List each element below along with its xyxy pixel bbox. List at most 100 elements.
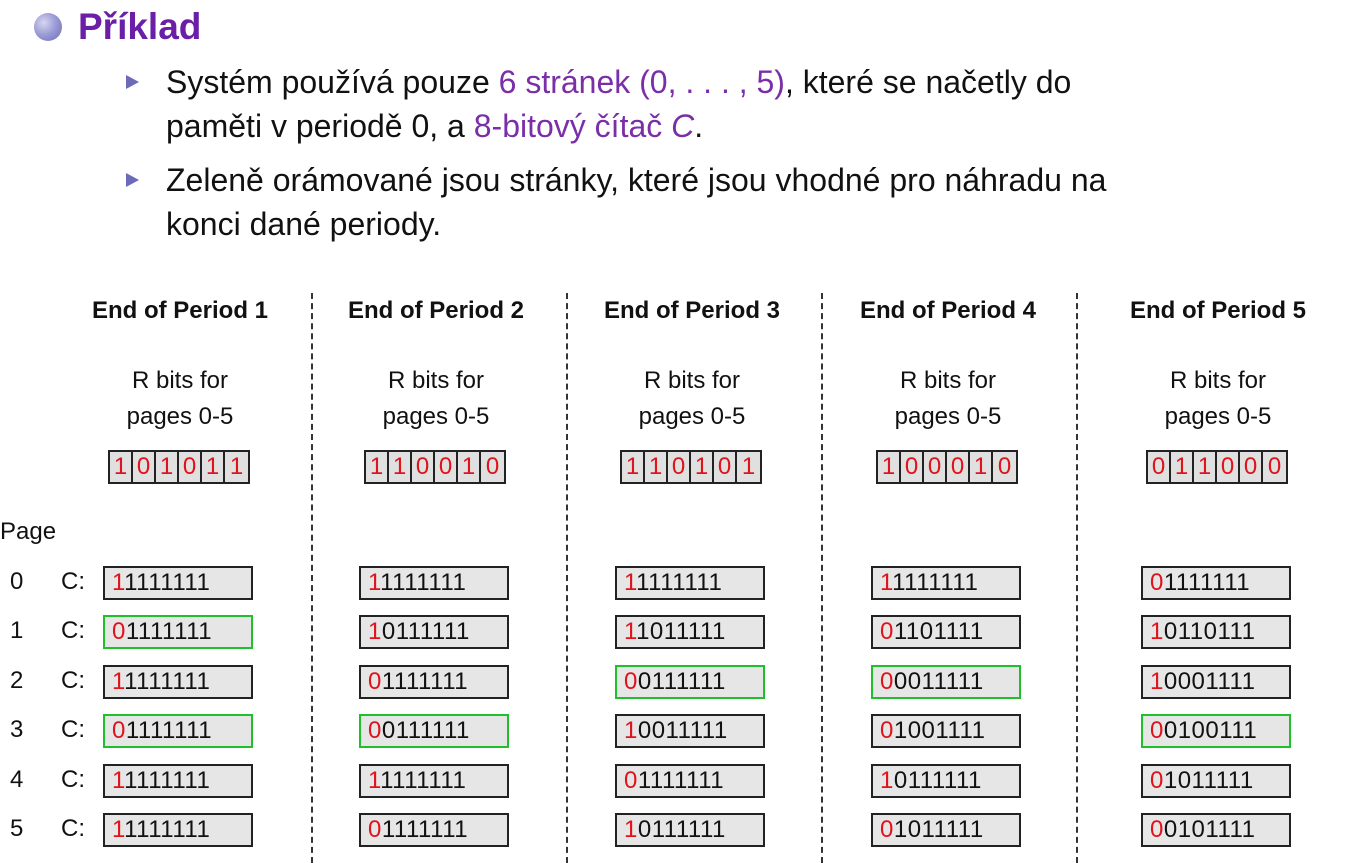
counter-remaining-bits: 1101111 [893, 618, 984, 645]
counter-msb: 1 [368, 618, 382, 645]
period-title: End of Period 4 [859, 297, 1036, 324]
counter-register: 00111111 [359, 714, 509, 748]
counter-remaining-bits: 1111111 [380, 569, 467, 596]
rbits-caption-line-2: pages 0-5 [1164, 403, 1272, 430]
counter-remaining-bits: 0111111 [893, 767, 982, 794]
counter-msb: 0 [1150, 569, 1164, 596]
rbits-register: 110101 [620, 450, 762, 484]
rbit-cell: 0 [1148, 452, 1171, 482]
rbit-cell: 1 [970, 452, 993, 482]
rbit-cell: 0 [1267, 453, 1282, 480]
counter-msb: 1 [880, 569, 893, 596]
rbit-cell: 1 [366, 452, 389, 482]
aging-algorithm-diagram: Page 0 C: 1 C: 2 C: 3 C: 4 C: 5 C: End of Period 1 R … [0, 285, 1360, 863]
counter-remaining-bits: 0111111 [381, 618, 470, 645]
counter-msb: 0 [1150, 816, 1164, 843]
counter-remaining-bits: 1111111 [125, 717, 213, 744]
counter-register: 01111111 [615, 764, 765, 798]
rbits-caption-line-1: R bits for [899, 367, 997, 394]
page-number: 4 [10, 766, 24, 793]
counter-register: 00101111 [1141, 813, 1291, 847]
rbits-caption-line-1: R bits for [643, 367, 741, 394]
rbits-caption: R bits for pages 0-5 [564, 363, 820, 435]
rbits-caption-line-1: R bits for [1169, 367, 1267, 394]
rbit-cell: 0 [668, 452, 691, 482]
bullet-dot-icon [34, 13, 62, 41]
rbit-cell: 0 [179, 452, 202, 482]
counter-remaining-bits: 1011111 [893, 816, 984, 843]
triangle-bullet-icon [126, 75, 139, 89]
rbits-caption-line-1: R bits for [131, 367, 229, 394]
bullet-2-line-1: Zeleně orámované jsou stránky, které jso… [166, 162, 1107, 198]
counter-msb: 1 [112, 767, 125, 794]
counter-remaining-bits: 0111111 [637, 668, 726, 695]
counter-register: 01011111 [871, 813, 1021, 847]
rbits-register: 101011 [108, 450, 250, 484]
rbits-caption: R bits for pages 0-5 [308, 363, 564, 435]
counter-remaining-bits: 1111111 [636, 569, 723, 596]
counter-msb: 1 [624, 816, 638, 843]
counter-register: 11111111 [615, 566, 765, 600]
page-axis-label: Page [0, 518, 57, 545]
counter-msb: 0 [880, 668, 894, 695]
rbits-caption-line-1: R bits for [387, 367, 485, 394]
rbit-cell: 1 [691, 452, 714, 482]
rbit-cell: 1 [741, 453, 756, 480]
rbit-cell: 0 [924, 452, 947, 482]
rbit-cell: 1 [1171, 452, 1194, 482]
counter-register: 00111111 [615, 665, 765, 699]
counter-remaining-bits: 1111111 [381, 816, 469, 843]
rbit-cell: 1 [1194, 452, 1217, 482]
rbit-cell: 1 [878, 452, 901, 482]
period-title: End of Period 5 [1129, 297, 1306, 324]
counter-register: 00100111 [1141, 714, 1291, 748]
rbit-cell: 0 [947, 452, 970, 482]
counter-msb: 0 [1150, 717, 1164, 744]
counter-register: 01111111 [359, 665, 509, 699]
counter-msb: 0 [624, 767, 638, 794]
rbit-cell: 1 [202, 452, 225, 482]
counter-msb: 0 [624, 668, 638, 695]
period-title: End of Period 2 [347, 297, 524, 324]
counter-msb: 1 [368, 569, 381, 596]
counter-register: 10110111 [1141, 615, 1291, 649]
counter-register: 11111111 [103, 566, 253, 600]
counter-msb: 1 [112, 668, 125, 695]
counter-register: 11111111 [103, 665, 253, 699]
counter-msb: 1 [112, 816, 125, 843]
rbit-cell: 0 [133, 452, 156, 482]
rbit-cell: 1 [458, 452, 481, 482]
rbits-register: 110010 [364, 450, 506, 484]
counter-register: 01111111 [1141, 566, 1291, 600]
rbits-caption: R bits for pages 0-5 [52, 363, 308, 435]
counter-msb: 0 [368, 668, 382, 695]
counter-label: C: [61, 617, 85, 644]
counter-label: C: [61, 716, 85, 743]
period-title: End of Period 1 [91, 297, 268, 324]
counter-label: C: [61, 815, 85, 842]
rbits-register: 100010 [876, 450, 1018, 484]
bullet-item-1: Systém používá pouze 6 stránek (0, . . .… [126, 60, 1071, 148]
counter-msb: 1 [624, 618, 637, 645]
counter-msb: 1 [1150, 668, 1164, 695]
counter-register: 01111111 [103, 714, 253, 748]
rbit-cell: 0 [1240, 452, 1263, 482]
counter-register: 11111111 [359, 566, 509, 600]
bullet-item-2: Zeleně orámované jsou stránky, které jso… [126, 158, 1107, 246]
counter-remaining-bits: 1111111 [892, 569, 979, 596]
rbit-cell: 0 [714, 452, 737, 482]
counter-remaining-bits: 0001111 [1163, 668, 1256, 695]
slide-title: Příklad [78, 6, 202, 47]
rbit-cell: 1 [229, 453, 244, 480]
counter-remaining-bits: 0110111 [1163, 618, 1256, 645]
counter-msb: 0 [1150, 767, 1164, 794]
rbit-cell: 0 [485, 453, 500, 480]
counter-register: 10111111 [615, 813, 765, 847]
counter-msb: 0 [112, 618, 126, 645]
counter-register: 01111111 [359, 813, 509, 847]
counter-register: 11111111 [103, 764, 253, 798]
counter-msb: 1 [368, 767, 381, 794]
counter-remaining-bits: 1111111 [1163, 569, 1251, 596]
counter-remaining-bits: 1111111 [124, 569, 211, 596]
page-number: 3 [10, 716, 24, 743]
